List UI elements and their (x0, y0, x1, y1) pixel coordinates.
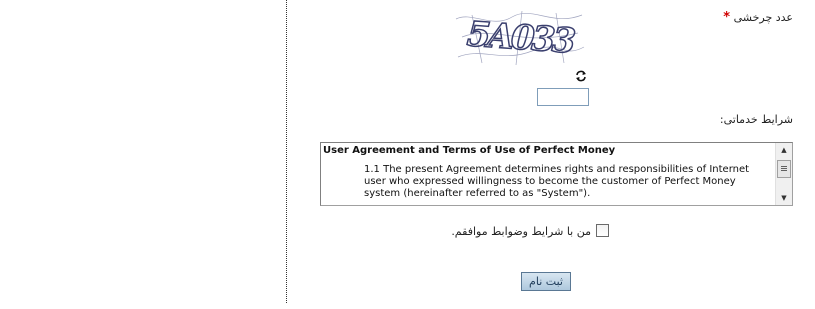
captcha-input[interactable] (537, 88, 589, 106)
scroll-grip-line (781, 170, 787, 171)
captcha-label: عدد چرخشی * (720, 10, 793, 25)
scroll-grip-line (781, 168, 787, 169)
refresh-icon[interactable] (575, 70, 587, 82)
captcha-characters: 5A033 (466, 14, 577, 61)
terms-label: شرایط خدماتی: (719, 113, 793, 126)
terms-textarea[interactable]: User Agreement and Terms of Use of Perfe… (320, 142, 793, 206)
agree-checkbox[interactable] (596, 224, 609, 237)
captcha-image: 5A033 (455, 10, 585, 66)
scroll-up-arrow-icon[interactable]: ▲ (776, 143, 792, 157)
required-asterisk: * (723, 10, 731, 25)
agree-label: من با شرایط وضوابط موافقم. (451, 225, 591, 238)
terms-body: 1.1 The present Agreement determines rig… (364, 164, 750, 199)
terms-content: User Agreement and Terms of Use of Perfe… (321, 143, 775, 205)
scroll-grip-line (781, 166, 787, 167)
dotted-divider (286, 0, 287, 303)
register-button[interactable]: ثبت نام (521, 272, 571, 291)
scroll-down-arrow-icon[interactable]: ▼ (776, 191, 792, 205)
scroll-thumb[interactable] (777, 160, 791, 178)
terms-scrollbar[interactable]: ▲ ▼ (775, 143, 792, 205)
captcha-label-text: عدد چرخشی (733, 11, 793, 24)
terms-title: User Agreement and Terms of Use of Perfe… (323, 145, 616, 156)
registration-form: عدد چرخشی * 5A033 شرایط خدماتی: User Agr… (0, 0, 815, 309)
